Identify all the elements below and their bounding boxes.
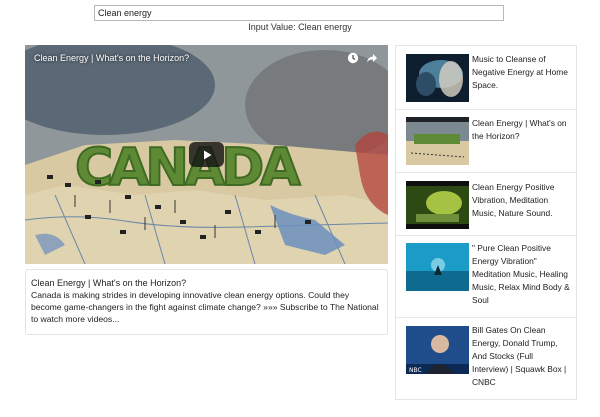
video-title[interactable]: Clean Energy | What's on the Horizon? — [34, 53, 189, 63]
description-title: Clean Energy | What's on the Horizon? — [31, 278, 187, 288]
related-video-item[interactable]: NBC Bill Gates On Clean Energy, Donald T… — [396, 318, 576, 399]
video-thumbnail[interactable] — [406, 117, 469, 165]
share-icon[interactable] — [366, 52, 378, 64]
search-input[interactable] — [94, 5, 504, 21]
related-video-title[interactable]: Clean Energy Positive Vibration, Meditat… — [472, 181, 570, 220]
video-player[interactable]: CANADA Clean Energy | What's on the Hori… — [25, 45, 388, 264]
related-video-title[interactable]: Clean Energy | What's on the Horizon? — [472, 117, 570, 143]
description-text: Canada is making strides in developing i… — [31, 290, 379, 324]
play-icon — [203, 150, 211, 159]
clock-icon[interactable] — [347, 52, 359, 64]
related-video-item[interactable]: Clean Energy Positive Vibration, Meditat… — [396, 173, 576, 236]
play-button[interactable] — [189, 142, 224, 167]
related-video-title[interactable]: " Pure Clean Positive Energy Vibration" … — [472, 242, 570, 307]
cnbc-logo-text: NBC — [409, 367, 422, 374]
video-thumbnail[interactable] — [406, 181, 469, 229]
video-thumbnail[interactable] — [406, 54, 469, 102]
related-video-item[interactable]: Clean Energy | What's on the Horizon? — [396, 110, 576, 173]
video-thumbnail[interactable] — [406, 243, 469, 291]
related-video-item[interactable]: Music to Cleanse of Negative Energy at H… — [396, 46, 576, 110]
related-video-title[interactable]: Bill Gates On Clean Energy, Donald Trump… — [472, 324, 570, 389]
canada-overlay-text: CANADA — [75, 138, 300, 198]
related-video-title[interactable]: Music to Cleanse of Negative Energy at H… — [472, 53, 570, 92]
input-value-label: Input Value: Clean energy — [248, 22, 352, 32]
related-video-item[interactable]: " Pure Clean Positive Energy Vibration" … — [396, 236, 576, 318]
video-thumbnail[interactable]: NBC — [406, 326, 469, 374]
video-description-card: Clean Energy | What's on the Horizon? Ca… — [25, 269, 388, 335]
related-videos-sidebar: Music to Cleanse of Negative Energy at H… — [395, 45, 577, 400]
